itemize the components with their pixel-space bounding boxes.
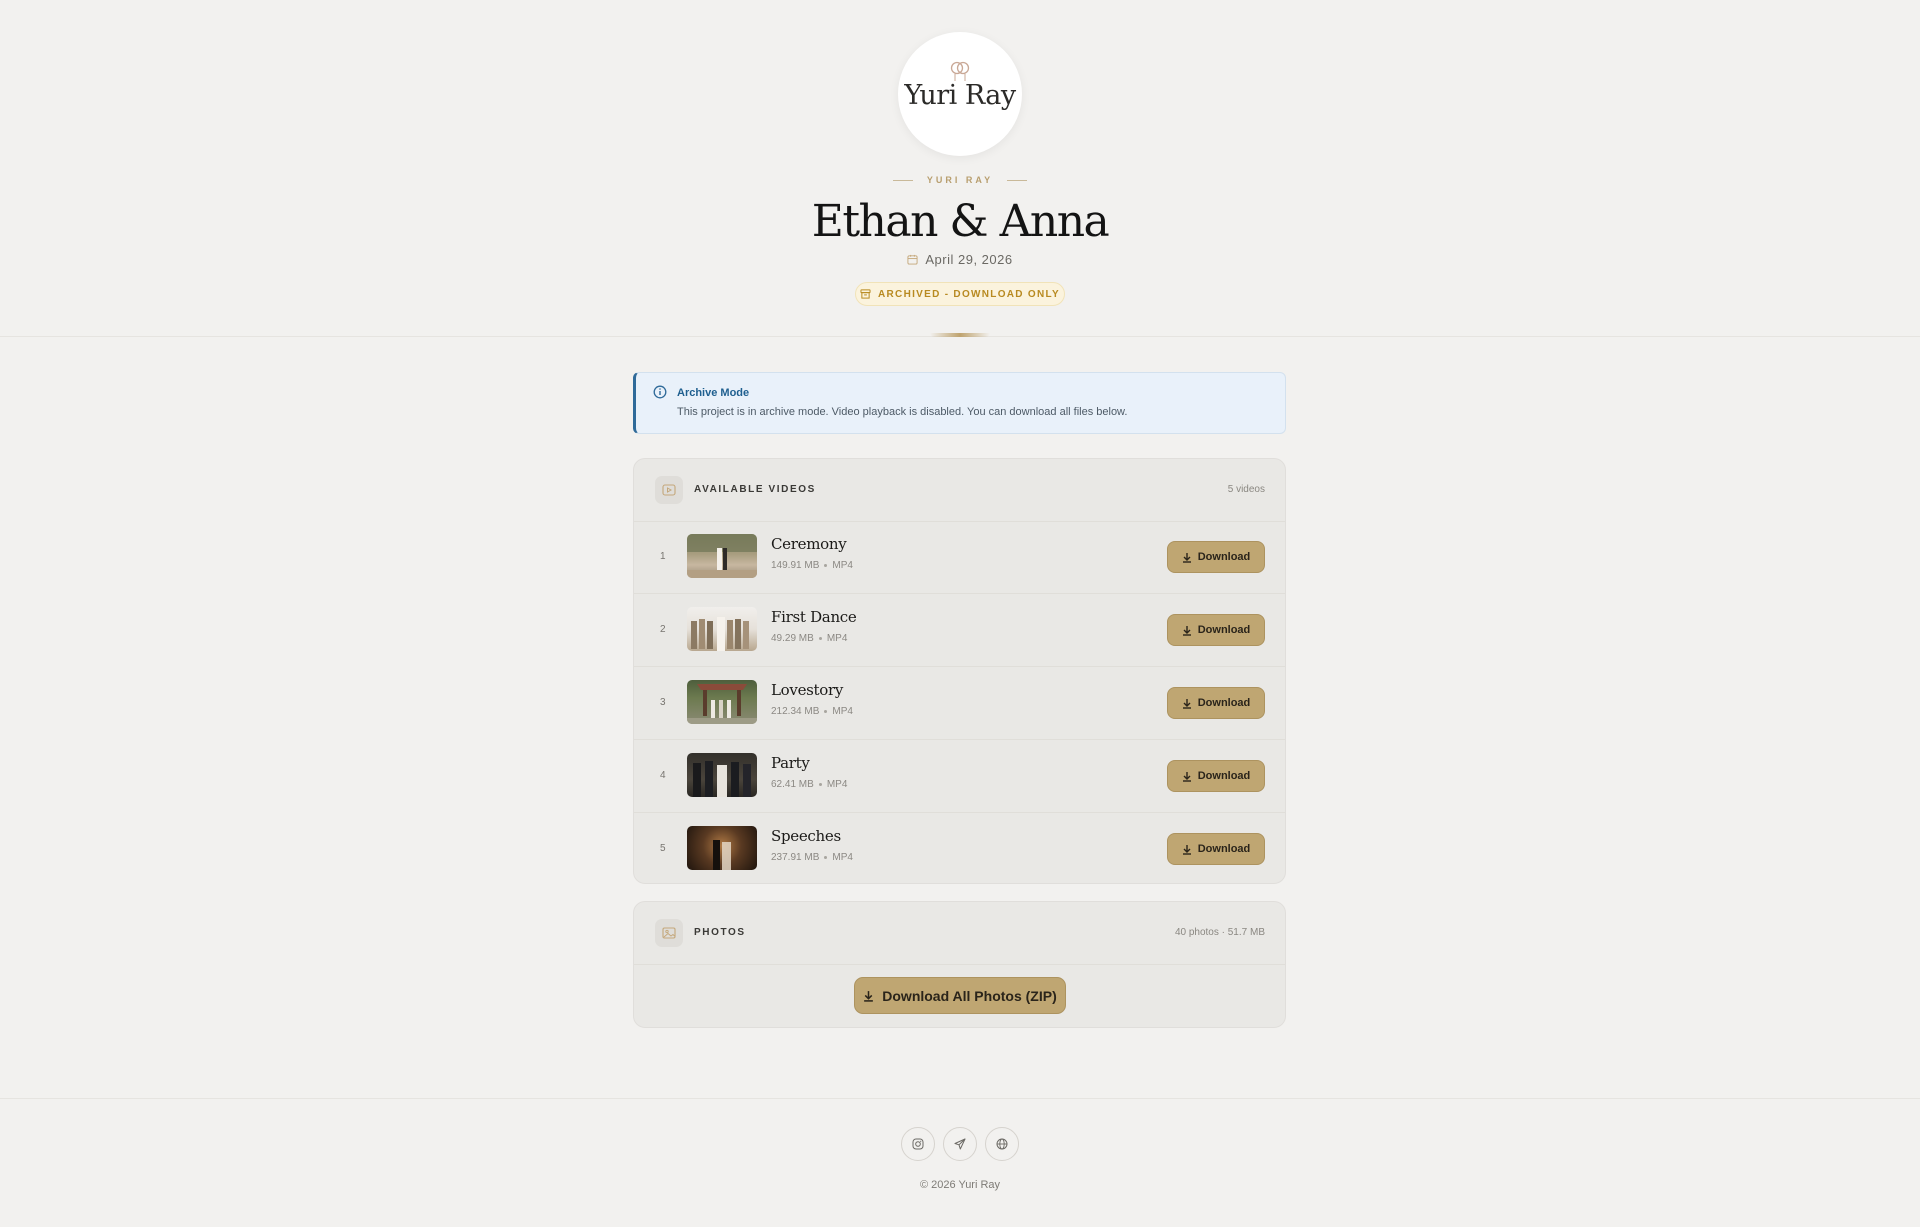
separator-dot xyxy=(824,710,828,713)
video-index: 2 xyxy=(660,624,666,635)
download-icon xyxy=(1182,552,1191,563)
instagram-icon xyxy=(912,1138,924,1150)
video-meta: 212.34 MB MP4 xyxy=(771,706,853,717)
video-format: MP4 xyxy=(826,633,848,644)
website-link[interactable] xyxy=(985,1127,1019,1161)
photos-summary: 40 photos · 51.7 MB xyxy=(1174,927,1265,938)
logo-wordmark: Yuri Ray xyxy=(904,80,1016,111)
brand-name: YURI RAY xyxy=(926,175,994,185)
list-item: 4 Party 62.41 MB MP4 Download xyxy=(634,740,1285,813)
divider xyxy=(892,179,913,181)
download-button[interactable]: Download xyxy=(1167,541,1265,573)
download-icon xyxy=(864,990,874,1002)
globe-icon xyxy=(996,1138,1008,1150)
separator-dot xyxy=(818,783,822,786)
video-size: 149.91 MB xyxy=(771,560,820,571)
image-icon xyxy=(655,919,683,947)
status-badge: ARCHIVED - DOWNLOAD ONLY xyxy=(855,282,1065,306)
photos-heading: PHOTOS xyxy=(694,927,746,938)
download-icon xyxy=(1182,698,1191,709)
video-thumbnail xyxy=(687,534,757,578)
download-button[interactable]: Download xyxy=(1167,833,1265,865)
event-date-text: April 29, 2026 xyxy=(925,251,1013,267)
video-index: 3 xyxy=(660,697,666,708)
separator-dot xyxy=(824,856,828,859)
photos-card: PHOTOS 40 photos · 51.7 MB Download All … xyxy=(633,901,1286,1028)
video-format: MP4 xyxy=(832,560,853,571)
video-title: Speeches xyxy=(771,827,841,845)
video-meta: 49.29 MB MP4 xyxy=(771,633,847,644)
page-footer: © 2026 Yuri Ray xyxy=(0,1098,1920,1227)
notice-title: Archive Mode xyxy=(677,387,750,399)
list-item: 1 Ceremony 149.91 MB MP4 Download xyxy=(634,521,1285,594)
video-size: 237.91 MB xyxy=(771,852,820,863)
video-title: Ceremony xyxy=(771,535,847,553)
divider xyxy=(1007,179,1028,181)
video-format: MP4 xyxy=(832,706,853,717)
download-button[interactable]: Download xyxy=(1167,687,1265,719)
video-index: 1 xyxy=(660,551,666,562)
video-thumbnail xyxy=(687,680,757,724)
video-size: 212.34 MB xyxy=(771,706,820,717)
download-label: Download xyxy=(1197,843,1251,855)
video-meta: 62.41 MB MP4 xyxy=(771,779,847,790)
list-item: 3 Lovestory 212.34 MB MP4 Download xyxy=(634,667,1285,740)
video-format: MP4 xyxy=(826,779,848,790)
status-badge-label: ARCHIVED - DOWNLOAD ONLY xyxy=(878,288,1060,300)
list-item: 2 First Dance 49.29 MB MP4 Download xyxy=(634,594,1285,667)
calendar-icon xyxy=(907,254,918,265)
zip-button-label: Download All Photos (ZIP) xyxy=(882,987,1057,1004)
video-meta: 237.91 MB MP4 xyxy=(771,852,853,863)
video-size: 62.41 MB xyxy=(771,779,814,790)
video-meta: 149.91 MB MP4 xyxy=(771,560,853,571)
separator-dot xyxy=(818,637,822,640)
brand-logo[interactable]: Yuri Ray xyxy=(898,32,1022,156)
download-all-photos-button[interactable]: Download All Photos (ZIP) xyxy=(854,977,1066,1014)
video-thumbnail xyxy=(687,607,757,651)
event-date: April 29, 2026 xyxy=(0,251,1920,267)
video-size: 49.29 MB xyxy=(771,633,814,644)
download-label: Download xyxy=(1197,624,1251,636)
video-icon xyxy=(655,476,683,504)
videos-card: AVAILABLE VIDEOS 5 videos 1 Ceremony 149… xyxy=(633,458,1286,884)
videos-count: 5 videos xyxy=(1227,484,1265,495)
page-header: Yuri Ray YURI RAY Ethan & Anna April 29,… xyxy=(0,0,1920,337)
videos-heading: AVAILABLE VIDEOS xyxy=(694,484,816,495)
video-thumbnail xyxy=(687,753,757,797)
videos-card-header: AVAILABLE VIDEOS 5 videos xyxy=(634,459,1285,522)
video-format: MP4 xyxy=(832,852,853,863)
video-thumbnail xyxy=(687,826,757,870)
video-index: 4 xyxy=(660,770,666,781)
separator-dot xyxy=(824,564,828,567)
download-icon xyxy=(1182,844,1191,855)
photos-card-header: PHOTOS 40 photos · 51.7 MB xyxy=(634,902,1285,965)
download-label: Download xyxy=(1197,551,1251,563)
video-title: Party xyxy=(771,754,810,772)
telegram-icon xyxy=(954,1138,966,1150)
download-icon xyxy=(1182,771,1191,782)
info-icon xyxy=(653,385,667,399)
download-label: Download xyxy=(1197,697,1251,709)
header-accent-line xyxy=(930,333,990,337)
download-icon xyxy=(1182,625,1191,636)
archive-notice: Archive Mode This project is in archive … xyxy=(633,372,1286,434)
archive-icon xyxy=(860,289,871,299)
page-title: Ethan & Anna xyxy=(811,196,1110,247)
video-title: First Dance xyxy=(771,608,857,626)
rings-icon xyxy=(950,61,970,81)
download-label: Download xyxy=(1197,770,1251,782)
list-item: 5 Speeches 237.91 MB MP4 Download xyxy=(634,813,1285,885)
download-button[interactable]: Download xyxy=(1167,614,1265,646)
brand-eyebrow: YURI RAY xyxy=(0,174,1920,186)
notice-text: This project is in archive mode. Video p… xyxy=(677,406,1128,418)
telegram-link[interactable] xyxy=(943,1127,977,1161)
copyright: © 2026 Yuri Ray xyxy=(919,1179,1001,1191)
video-index: 5 xyxy=(660,843,666,854)
instagram-link[interactable] xyxy=(901,1127,935,1161)
social-links xyxy=(0,1127,1920,1161)
download-button[interactable]: Download xyxy=(1167,760,1265,792)
video-title: Lovestory xyxy=(771,681,844,699)
